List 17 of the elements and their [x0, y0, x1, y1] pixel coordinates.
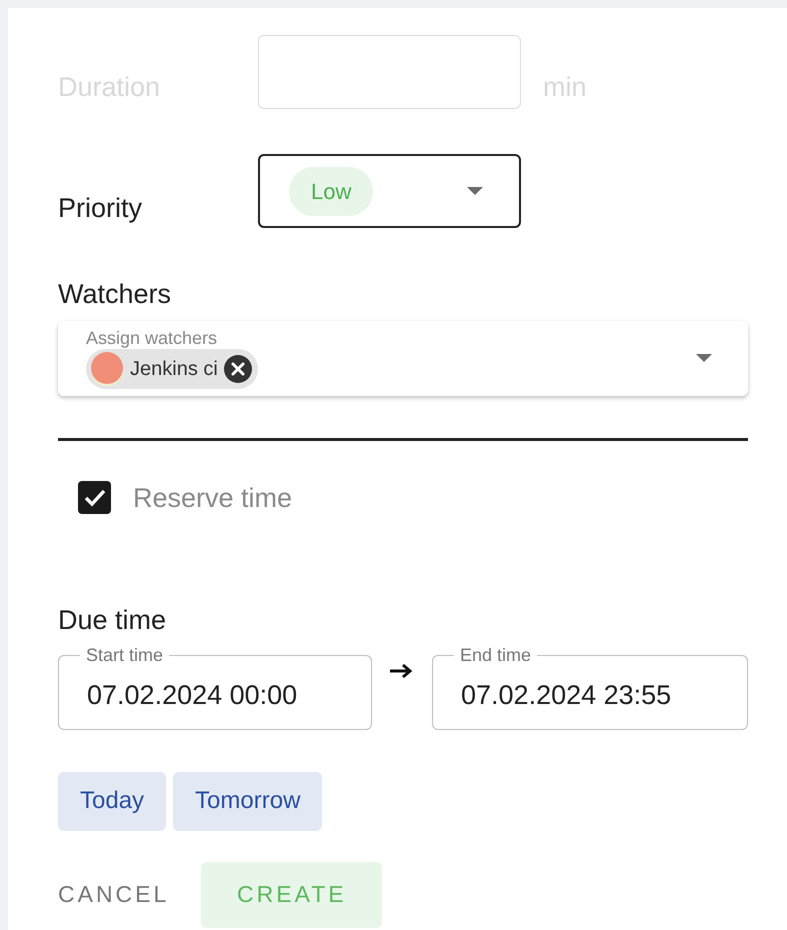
arrow-icon: [390, 663, 414, 679]
reserve-time-checkbox[interactable]: Reserve time: [78, 478, 748, 518]
quick-date-button[interactable]: Today: [58, 772, 166, 830]
watchers-field[interactable]: Assign watchers Jenkins ci: [58, 320, 748, 396]
priority-chip: Low: [289, 166, 374, 216]
checkbox[interactable]: [78, 481, 111, 514]
cancel-button[interactable]: CANCEL: [58, 877, 170, 912]
field-label: Assign watchers: [86, 327, 218, 349]
caret-icon: [467, 187, 483, 195]
avatar-icon: [90, 352, 124, 386]
remove-icon[interactable]: [224, 355, 252, 383]
priority-label: Priority: [58, 192, 144, 225]
quick-date-button[interactable]: Tomorrow: [173, 772, 322, 830]
watchers-label: Watchers: [58, 278, 172, 311]
due-time-label: Due time: [58, 604, 168, 637]
caret-icon: [696, 354, 712, 362]
user-chip[interactable]: Jenkins ci: [86, 349, 258, 389]
